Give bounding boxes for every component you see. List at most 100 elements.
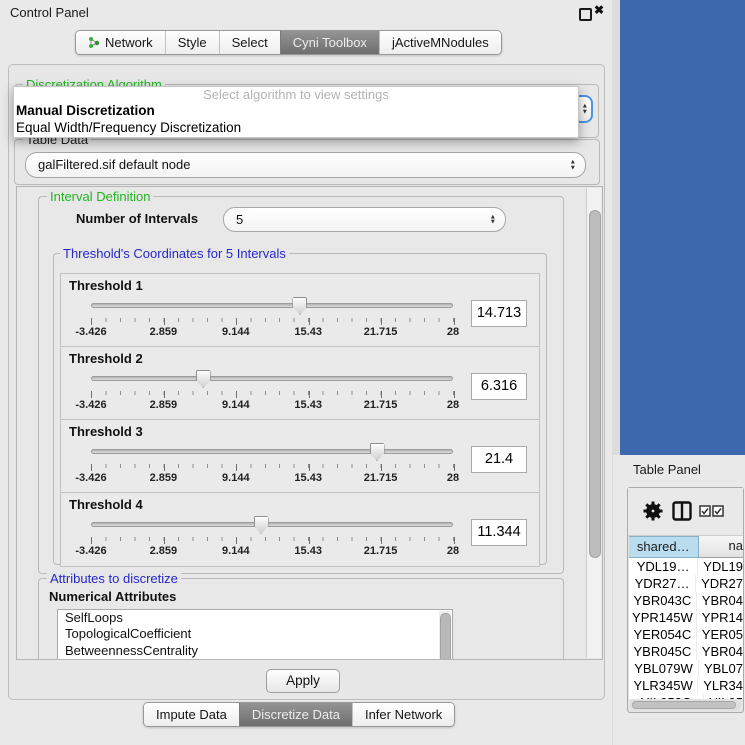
tab-jactivemnodules[interactable]: jActiveMNodules: [379, 31, 501, 54]
threshold-value-field[interactable]: 14.713: [471, 300, 527, 327]
float-window-icon[interactable]: [579, 8, 592, 21]
column-header-shared-name[interactable]: shared…: [629, 536, 699, 558]
algorithm-dropdown-list: Select algorithm to view settings Manual…: [13, 86, 579, 138]
attributes-group: Attributes to discretize Numerical Attri…: [38, 578, 564, 660]
cell-shared-name[interactable]: YPR145W: [629, 609, 697, 626]
tick-label: 15.43: [294, 545, 322, 557]
table-row[interactable]: YER054CYER05: [629, 626, 743, 643]
major-tick: [236, 537, 237, 544]
major-tick: [236, 391, 237, 398]
scrollbar-thumb[interactable]: [440, 613, 451, 660]
table-row[interactable]: YDR27…YDR27: [629, 575, 743, 592]
control-panel: Control Panel ✖ NetworkStyleSelectCyni T…: [0, 0, 613, 745]
threshold-slider[interactable]: [91, 296, 453, 316]
cell-name[interactable]: YPR14: [697, 609, 743, 626]
numerical-attributes-list[interactable]: SelfLoopsTopologicalCoefficientBetweenne…: [57, 609, 453, 660]
tab-cyni-toolbox[interactable]: Cyni Toolbox: [280, 31, 379, 54]
attribute-item[interactable]: TopologicalCoefficient: [58, 626, 452, 642]
close-icon[interactable]: ✖: [594, 3, 604, 17]
threshold-value-field[interactable]: 11.344: [471, 519, 527, 546]
tab-network[interactable]: Network: [76, 31, 165, 54]
slider-thumb[interactable]: [370, 443, 385, 461]
slider-tick-labels: -3.4262.8599.14415.4321.71528: [91, 399, 453, 411]
scrollbar-thumb[interactable]: [632, 701, 736, 709]
cell-name[interactable]: YER05: [697, 626, 743, 643]
cell-name[interactable]: YBR04: [697, 643, 743, 660]
slider-track[interactable]: [91, 522, 453, 527]
group-title: Attributes to discretize: [47, 571, 181, 586]
slider-track[interactable]: [91, 303, 453, 308]
attribute-item[interactable]: SelfLoops: [58, 610, 452, 626]
checkbox-checked-icon[interactable]: [712, 505, 724, 517]
slider-thumb[interactable]: [292, 297, 307, 315]
cell-shared-name[interactable]: YER054C: [629, 626, 697, 643]
table-row[interactable]: YIL052CYIL05: [629, 694, 743, 699]
cell-shared-name[interactable]: YIL052C: [629, 694, 704, 699]
table-data-combobox[interactable]: galFiltered.sif default node ▲▼: [25, 152, 586, 178]
cell-shared-name[interactable]: YLR345W: [629, 677, 698, 694]
threshold-slider[interactable]: [91, 515, 453, 535]
cell-shared-name[interactable]: YDR27…: [629, 575, 696, 592]
cell-name[interactable]: YDL19: [698, 558, 743, 575]
list-scrollbar[interactable]: [439, 611, 451, 660]
cell-name[interactable]: YBL07: [699, 660, 743, 677]
combobox-stepper[interactable]: ▲▼: [570, 160, 576, 171]
column-header-name[interactable]: na: [699, 536, 743, 558]
cell-name[interactable]: YBR04: [697, 592, 743, 609]
slider-thumb[interactable]: [254, 516, 269, 534]
cell-shared-name[interactable]: YBR045C: [629, 643, 697, 660]
slider-tick-labels: -3.4262.8599.14415.4321.71528: [91, 472, 453, 484]
major-tick: [236, 318, 237, 325]
table-row[interactable]: YDL19…YDL19: [629, 558, 743, 575]
threshold-value-field[interactable]: 21.4: [471, 446, 527, 473]
slider-track[interactable]: [91, 376, 453, 381]
table-row[interactable]: YBL079WYBL07: [629, 660, 743, 677]
table-row[interactable]: YPR145WYPR14: [629, 609, 743, 626]
split-columns-icon[interactable]: [672, 501, 692, 521]
tab-discretize-data[interactable]: Discretize Data: [239, 703, 352, 726]
tab-impute-data[interactable]: Impute Data: [144, 703, 239, 726]
table-row[interactable]: YLR345WYLR34: [629, 677, 743, 694]
threshold-value-field[interactable]: 6.316: [471, 373, 527, 400]
major-tick: [236, 464, 237, 471]
tab-infer-network[interactable]: Infer Network: [352, 703, 454, 726]
major-tick: [454, 537, 455, 544]
checkbox-checked-icon[interactable]: [699, 505, 711, 517]
apply-button[interactable]: Apply: [266, 669, 340, 693]
table-rows: YDL19…YDL19YDR27…YDR27YBR043CYBR04YPR145…: [629, 558, 743, 699]
table-row[interactable]: YBR045CYBR04: [629, 643, 743, 660]
slider-track[interactable]: [91, 449, 453, 454]
cell-shared-name[interactable]: YBL079W: [629, 660, 699, 677]
settings-scrollbar[interactable]: [586, 188, 601, 658]
combobox-stepper[interactable]: ▲▼: [490, 214, 496, 225]
attribute-item[interactable]: BetweennessCentrality: [58, 643, 452, 659]
cell-shared-name[interactable]: YBR043C: [629, 592, 697, 609]
cell-name[interactable]: YLR34: [698, 677, 743, 694]
cell-name[interactable]: YIL05: [704, 694, 743, 699]
tick-label: 21.715: [364, 399, 398, 411]
threshold-label: Threshold 2: [69, 351, 143, 366]
number-of-intervals-combobox[interactable]: 5 ▲▼: [223, 207, 506, 232]
threshold-slider[interactable]: [91, 442, 453, 462]
tick-label: -3.426: [75, 472, 106, 484]
major-tick: [381, 464, 382, 471]
slider-thumb[interactable]: [196, 370, 211, 388]
settings-gear-icon[interactable]: [643, 501, 663, 521]
cell-shared-name[interactable]: YDL19…: [629, 558, 698, 575]
cell-name[interactable]: YDR27: [696, 575, 743, 592]
table-row[interactable]: YBR043CYBR04: [629, 592, 743, 609]
major-tick: [309, 537, 310, 544]
tab-select[interactable]: Select: [219, 31, 280, 54]
bottom-tab-bar: Impute DataDiscretize DataInfer Network: [143, 702, 455, 727]
tab-style[interactable]: Style: [165, 31, 219, 54]
table-horizontal-scrollbar[interactable]: [630, 700, 741, 710]
dropdown-item-equal-width[interactable]: Equal Width/Frequency Discretization: [14, 119, 578, 136]
threshold-slider[interactable]: [91, 369, 453, 389]
scrollbar-thumb[interactable]: [589, 210, 601, 558]
tick-label: 21.715: [364, 326, 398, 338]
major-tick: [164, 537, 165, 544]
dropdown-item-manual[interactable]: Manual Discretization: [14, 102, 578, 119]
table-data-group: Table Data galFiltered.sif default node …: [14, 139, 600, 185]
desktop-background: GAL80GACGAL11GAL4GCY1HHAP2: [620, 0, 745, 455]
slider-ticks: [91, 318, 454, 325]
